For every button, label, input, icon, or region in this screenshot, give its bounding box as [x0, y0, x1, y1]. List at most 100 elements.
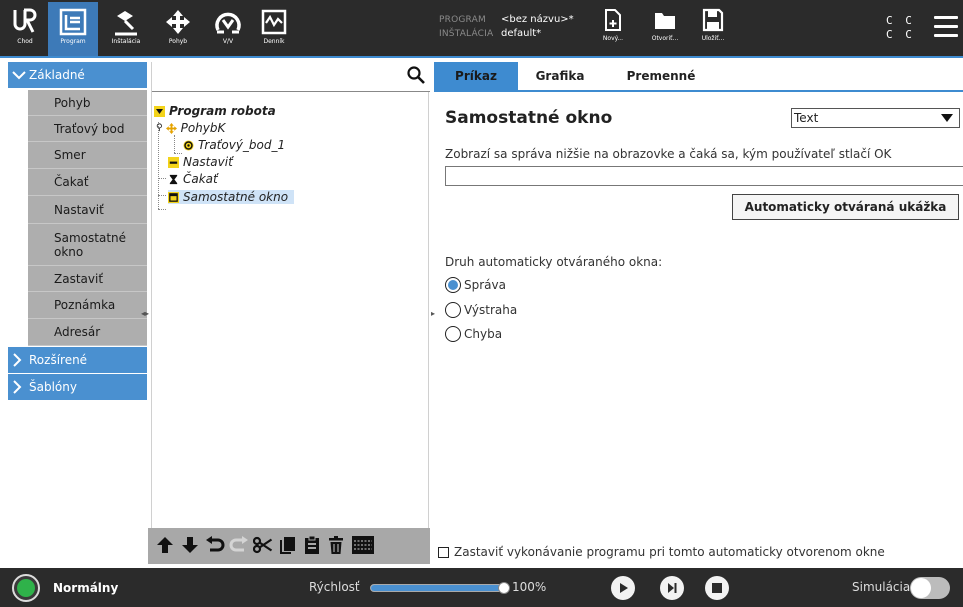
- tab-command[interactable]: Príkaz: [434, 62, 518, 90]
- toggle-knob: [911, 578, 931, 598]
- tree-connector: [174, 135, 175, 153]
- new-file-icon: [605, 9, 621, 31]
- nav-label: Pohyb: [168, 38, 188, 45]
- nav-program-button[interactable]: Program: [48, 2, 98, 56]
- search-icon[interactable]: [407, 66, 425, 89]
- open-program-button[interactable]: Otvoriť...: [645, 8, 685, 42]
- speed-slider-knob[interactable]: [498, 582, 510, 594]
- nav-move-button[interactable]: Pohyb: [158, 2, 198, 56]
- header-accent-line: [0, 56, 963, 58]
- radio-label: Chyba: [464, 327, 503, 341]
- radio-message[interactable]: Správa: [445, 277, 506, 293]
- undo-icon[interactable]: [204, 534, 226, 556]
- robot-status-text: Normálny: [53, 581, 119, 595]
- ur-logo-icon: [13, 8, 37, 33]
- stop-program-checkbox[interactable]: Zastaviť vykonávanie programu pri tomto …: [438, 545, 885, 559]
- radio-unselected-icon: [445, 302, 461, 318]
- tree-node-set[interactable]: Nastaviť: [168, 155, 233, 169]
- nav-log-button[interactable]: Denník: [254, 2, 294, 56]
- move-down-icon[interactable]: [179, 534, 201, 556]
- file-button-label: Uložiť...: [701, 35, 725, 42]
- popup-window-icon: [168, 191, 179, 203]
- command-wait[interactable]: Čakať: [28, 169, 147, 196]
- speed-value: 100%: [512, 580, 547, 594]
- command-label: Samostatné okno: [54, 230, 127, 259]
- open-folder-icon: [655, 13, 675, 29]
- command-comment[interactable]: Poznámka: [28, 292, 147, 319]
- bottom-status-bar: Normálny Rýchlosť 100% Simulácia: [0, 568, 963, 607]
- redo-icon[interactable]: [228, 534, 250, 556]
- radio-warning[interactable]: Výstraha: [445, 302, 517, 318]
- tree-node-label: Nastaviť: [183, 155, 233, 169]
- popup-type-select[interactable]: Text: [791, 108, 960, 128]
- command-move[interactable]: Pohyb: [28, 90, 147, 116]
- command-label: Poznámka: [54, 298, 116, 312]
- speed-slider[interactable]: [370, 582, 510, 594]
- tab-variables[interactable]: Premenné: [610, 62, 712, 90]
- tree-connector: [158, 195, 166, 196]
- speed-slider-fill: [371, 585, 504, 591]
- program-commands-panel: Základné Pohyb Traťový bod Smer Čakať Na…: [8, 62, 147, 564]
- nav-run-button[interactable]: Chod: [6, 2, 44, 56]
- speed-label: Rýchlosť: [309, 580, 360, 594]
- command-set[interactable]: Nastaviť: [28, 196, 147, 224]
- suppress-icon[interactable]: [350, 534, 376, 556]
- play-icon: [620, 583, 628, 593]
- message-input[interactable]: [445, 166, 963, 186]
- move-up-icon[interactable]: [154, 534, 176, 556]
- tab-graphics[interactable]: Grafika: [520, 62, 600, 90]
- save-program-button[interactable]: Uložiť...: [696, 8, 730, 42]
- tree-node-root[interactable]: Program robota: [154, 104, 276, 118]
- tree-node-movek[interactable]: ⚲ PohybK: [156, 121, 225, 135]
- category-label: Šablóny: [29, 380, 77, 394]
- tree-node-popup[interactable]: Samostatné okno: [168, 190, 295, 204]
- simulation-toggle[interactable]: [910, 577, 950, 599]
- radio-error[interactable]: Chyba: [445, 326, 502, 342]
- nav-io-button[interactable]: V/V: [208, 2, 248, 56]
- nav-installation-button[interactable]: Inštalácia: [104, 2, 148, 56]
- collapse-triangle-icon[interactable]: [154, 105, 165, 117]
- move-cross-icon: [165, 122, 177, 134]
- command-popup[interactable]: Samostatné okno: [28, 224, 147, 266]
- tree-connector: [158, 209, 166, 210]
- command-waypoint[interactable]: Traťový bod: [28, 116, 147, 142]
- stop-button[interactable]: [705, 576, 729, 600]
- tree-node-wait[interactable]: Čakať: [168, 172, 218, 186]
- play-button[interactable]: [611, 576, 635, 600]
- program-name: <bez názvu>*: [501, 14, 574, 25]
- category-templates[interactable]: Šablóny: [8, 374, 147, 400]
- pin-icon: ⚲: [156, 123, 163, 133]
- nav-label: V/V: [222, 38, 234, 45]
- paste-icon[interactable]: [301, 534, 323, 556]
- chevron-down-icon: [12, 71, 26, 80]
- cut-icon[interactable]: [252, 534, 274, 556]
- popup-kind-label: Druh automaticky otváraného okna:: [445, 255, 663, 269]
- radio-label: Správa: [464, 278, 506, 292]
- tree-node-label: Samostatné okno: [183, 190, 289, 204]
- select-value: Text: [794, 111, 819, 125]
- tree-search-field[interactable]: [152, 62, 430, 92]
- checkbox-label: Zastaviť vykonávanie programu pri tomto …: [454, 545, 885, 559]
- command-direction[interactable]: Smer: [28, 142, 147, 169]
- tree-node-waypoint[interactable]: Traťový_bod_1: [183, 138, 285, 152]
- radio-label: Výstraha: [464, 303, 518, 317]
- program-icon: [59, 8, 87, 36]
- checkbox-icon: [438, 546, 449, 558]
- command-folder[interactable]: Adresár: [28, 319, 147, 346]
- category-basic[interactable]: Základné: [8, 62, 147, 88]
- copy-icon[interactable]: [277, 534, 299, 556]
- new-program-button[interactable]: Nový...: [598, 8, 628, 42]
- stop-icon: [712, 583, 722, 593]
- preview-popup-button[interactable]: Automaticky otváraná ukážka: [732, 194, 959, 220]
- left-splitter-handle[interactable]: ◂▸: [141, 307, 149, 319]
- command-stop[interactable]: Zastaviť: [28, 266, 147, 292]
- hamburger-menu-icon[interactable]: [934, 16, 958, 38]
- move-icon: [166, 10, 190, 34]
- command-label: Traťový bod: [54, 121, 125, 136]
- set-icon: [168, 156, 179, 168]
- category-advanced[interactable]: Rozšírené: [8, 347, 147, 373]
- step-button[interactable]: [660, 576, 684, 600]
- command-label: Zastaviť: [54, 271, 104, 286]
- robot-status-button[interactable]: [12, 574, 40, 602]
- delete-icon[interactable]: [325, 534, 347, 556]
